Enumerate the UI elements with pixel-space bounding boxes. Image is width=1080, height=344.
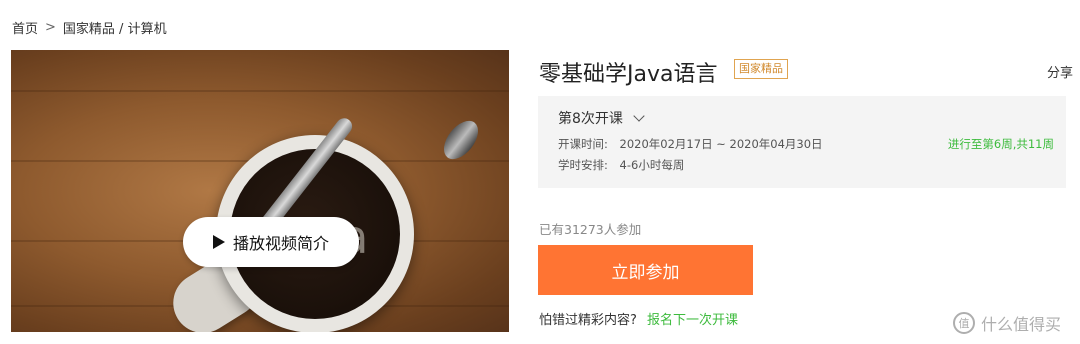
term-start-label: 开课时间: [558, 137, 608, 151]
enrolled-count: 已有31273人参加 [539, 222, 642, 237]
national-quality-badge: 国家精品 [734, 59, 788, 79]
term-schedule-value: 4-6小时每周 [619, 158, 685, 172]
term-progress-status: 进行至第6周,共11周 [947, 137, 1054, 151]
term-schedule-row: 学时安排: 4-6小时每周 [558, 157, 684, 173]
breadcrumb-home-link[interactable]: 首页 [12, 18, 38, 37]
term-info-panel: 第8次开课 开课时间: 2020年02月17日 ~ 2020年04月30日 学时… [538, 96, 1066, 188]
next-term-prompt: 怕错过精彩内容? 报名下一次开课 [539, 309, 738, 328]
join-course-button[interactable]: 立即参加 [538, 245, 753, 295]
wood-grain [11, 90, 509, 92]
course-video-preview[interactable]: ba 播放视频简介 [11, 50, 509, 332]
course-title: 零基础学Java语言 [539, 62, 718, 87]
play-intro-label: 播放视频简介 [232, 234, 329, 253]
term-selector[interactable]: 第8次开课 [558, 108, 645, 128]
term-selected-label: 第8次开课 [558, 111, 623, 127]
play-icon [212, 235, 225, 249]
breadcrumb-category-link[interactable]: 国家精品 / 计算机 [63, 18, 167, 37]
miss-question-text: 怕错过精彩内容? [539, 313, 637, 328]
breadcrumb-separator: > [45, 20, 56, 35]
spoon-head-image [437, 114, 485, 166]
chevron-down-icon [633, 110, 645, 122]
term-schedule-label: 学时安排: [558, 158, 608, 172]
term-start-value: 2020年02月17日 ~ 2020年04月30日 [619, 137, 823, 151]
watermark: 值 什么值得买 [953, 311, 1061, 335]
breadcrumb: 首页 > 国家精品 / 计算机 [12, 18, 167, 37]
play-intro-button[interactable]: 播放视频简介 [183, 217, 359, 267]
smzdm-logo-icon: 值 [953, 312, 975, 334]
enroll-next-term-link[interactable]: 报名下一次开课 [647, 313, 738, 328]
term-start-row: 开课时间: 2020年02月17日 ~ 2020年04月30日 [558, 136, 823, 152]
share-button[interactable]: 分享 [1047, 62, 1073, 81]
watermark-text: 什么值得买 [981, 315, 1062, 334]
